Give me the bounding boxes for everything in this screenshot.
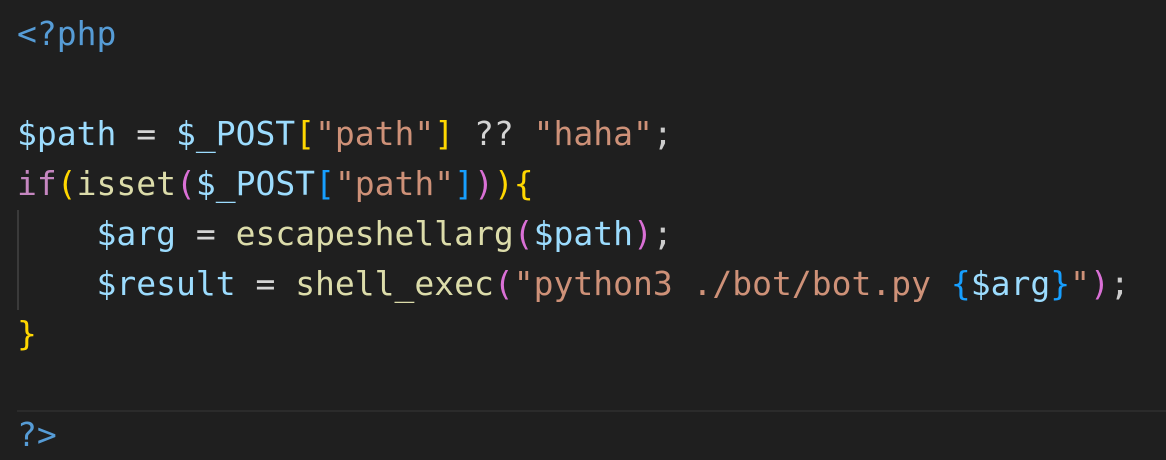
- token-string: "path": [334, 164, 455, 203]
- token-string: "path": [315, 114, 435, 153]
- php-open-tag: <?php: [17, 14, 117, 53]
- code-line-7[interactable]: }: [0, 309, 37, 359]
- code-editor[interactable]: <?php $path = $_POST["path"] ?? "haha"; …: [0, 0, 1166, 460]
- token-bracket: ): [474, 164, 494, 203]
- code-line-8[interactable]: [0, 359, 17, 409]
- code-line-5[interactable]: $arg = escapeshellarg($path);: [0, 209, 673, 259]
- token-bracket: (: [493, 264, 514, 303]
- token-string: "haha": [533, 114, 653, 153]
- token-bracket: (: [56, 164, 77, 203]
- current-line-highlight: [17, 410, 1166, 460]
- code-line-2[interactable]: [0, 59, 17, 109]
- token-string: "python3 ./bot/bot.py: [513, 264, 951, 303]
- token-bracket: ]: [454, 164, 475, 203]
- token-bracket: [: [295, 114, 316, 153]
- code-line-6[interactable]: $result = shell_exec("python3 ./bot/bot.…: [0, 259, 1130, 309]
- token-keyword: if: [17, 164, 57, 203]
- token-operator: ??: [474, 114, 514, 153]
- token-bracket: ): [493, 164, 514, 203]
- code-text: ;: [1109, 264, 1130, 303]
- token-function: isset: [76, 164, 176, 203]
- code-text: ;: [652, 114, 673, 153]
- php-close-tag: ?>: [17, 415, 57, 454]
- code-text: ;: [652, 214, 673, 253]
- token-bracket: ]: [434, 114, 455, 153]
- token-bracket: ): [1089, 264, 1110, 303]
- token-operator: =: [136, 114, 157, 153]
- code-line-4[interactable]: if(isset($_POST["path"])){: [0, 159, 534, 209]
- code-line-9[interactable]: ?>: [0, 410, 57, 460]
- token-string: ": [1070, 264, 1090, 303]
- token-variable: $arg: [96, 214, 176, 253]
- token-bracket: {: [950, 264, 971, 303]
- token-bracket: [: [315, 164, 335, 203]
- token-bracket: (: [513, 214, 534, 253]
- code-line-3[interactable]: $path = $_POST["path"] ?? "haha";: [0, 109, 673, 159]
- token-function: escapeshellarg: [235, 214, 514, 253]
- token-variable: $arg: [970, 264, 1051, 303]
- token-bracket: }: [17, 314, 37, 353]
- code-line-1[interactable]: <?php: [0, 9, 116, 59]
- token-variable: $path: [533, 214, 633, 253]
- token-bracket: {: [513, 164, 534, 203]
- token-bracket: }: [1050, 264, 1071, 303]
- token-variable: $_POST: [195, 164, 316, 203]
- token-variable: $_POST: [175, 114, 296, 153]
- token-variable: $path: [17, 114, 117, 153]
- token-operator: =: [195, 214, 216, 253]
- token-bracket: ): [632, 214, 653, 253]
- token-operator: =: [255, 264, 276, 303]
- token-variable: $result: [96, 264, 236, 303]
- token-bracket: (: [175, 164, 196, 203]
- token-function: shell_exec: [295, 264, 494, 303]
